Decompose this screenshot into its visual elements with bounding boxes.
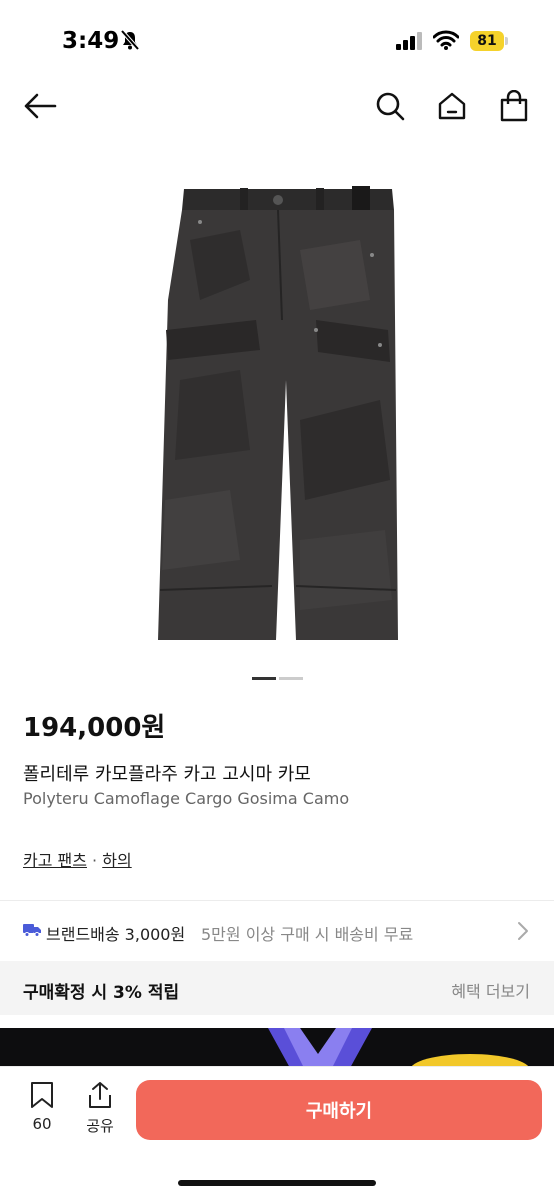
search-button[interactable]: [368, 84, 412, 128]
promo-banner[interactable]: [0, 1028, 554, 1068]
promo-banner-art: [268, 1028, 530, 1068]
product-name-english: Polyteru Camoflage Cargo Gosima Camo: [23, 789, 350, 808]
bookmark-icon: [31, 1082, 53, 1108]
pagination-dot: [279, 677, 303, 680]
cart-button[interactable]: [492, 84, 536, 128]
wifi-icon: [433, 30, 459, 50]
status-bar: 3:49 81: [0, 0, 554, 84]
product-name-korean: 폴리테루 카모플라주 카고 고시마 카모: [23, 764, 311, 785]
category-link-primary[interactable]: 카고 팬츠: [23, 851, 87, 870]
home-indicator: [178, 1180, 376, 1186]
chevron-right-icon: [518, 922, 528, 940]
benefit-more-link[interactable]: 혜택 더보기: [451, 978, 530, 1002]
shopping-bag-icon: [500, 90, 528, 122]
shipping-fee-label: 브랜드배송 3,000원: [46, 925, 186, 944]
image-pagination: [252, 677, 303, 680]
search-icon: [376, 92, 405, 121]
wishlist-count: 60: [32, 1115, 52, 1133]
category-breadcrumb: 카고 팬츠 · 하의: [23, 847, 132, 871]
mute-icon: [120, 29, 140, 51]
home-icon: [438, 92, 466, 120]
wishlist-button[interactable]: 60: [22, 1081, 62, 1133]
product-image[interactable]: [0, 140, 554, 660]
pagination-dot-active: [252, 677, 276, 680]
benefit-row: 구매확정 시 3% 적립 혜택 더보기: [0, 961, 554, 1015]
signal-icon: [396, 32, 422, 50]
share-label: 공유: [86, 1117, 114, 1135]
battery-tip: [505, 37, 508, 45]
battery-indicator: 81: [470, 31, 504, 51]
home-button[interactable]: [430, 84, 474, 128]
product-price: 194,000원: [23, 713, 166, 743]
share-button[interactable]: 공유: [80, 1081, 120, 1136]
shipping-info-row[interactable]: 브랜드배송 3,000원 5만원 이상 구매 시 배송비 무료: [0, 901, 554, 961]
top-nav: [0, 84, 554, 132]
category-link-secondary[interactable]: 하의: [102, 851, 131, 870]
back-arrow-icon: [24, 93, 57, 119]
shipping-free-note: 5만원 이상 구매 시 배송비 무료: [201, 925, 414, 944]
buy-button[interactable]: 구매하기: [136, 1080, 542, 1140]
status-time: 3:49: [62, 28, 120, 54]
benefit-title: 구매확정 시 3% 적립: [23, 983, 180, 1003]
truck-icon: [23, 924, 41, 937]
share-icon: [89, 1082, 111, 1108]
category-separator: ·: [86, 851, 103, 870]
back-button[interactable]: [18, 84, 62, 128]
